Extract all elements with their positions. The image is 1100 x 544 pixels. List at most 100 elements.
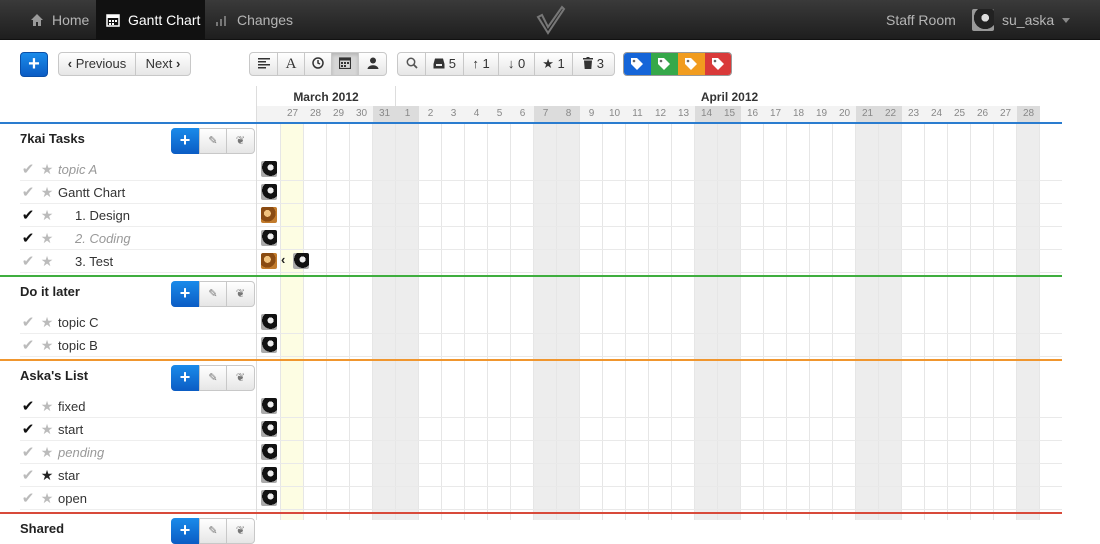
edit-list-icon[interactable]: ✎: [199, 282, 226, 306]
star-icon[interactable]: ★: [40, 441, 54, 464]
assignee-avatar[interactable]: [261, 444, 277, 460]
star-icon[interactable]: ★: [40, 181, 54, 204]
day-column[interactable]: [281, 122, 304, 520]
day-column[interactable]: [1017, 122, 1040, 520]
up-filter-button[interactable]: ↑ 1: [464, 53, 499, 75]
check-icon[interactable]: ✔: [20, 334, 36, 357]
day-column[interactable]: [580, 122, 603, 520]
day-column[interactable]: [718, 122, 741, 520]
view-user-button[interactable]: [359, 53, 386, 75]
check-icon[interactable]: ✔: [20, 487, 36, 510]
day-column[interactable]: [672, 122, 695, 520]
star-icon[interactable]: ★: [40, 464, 54, 487]
trash-filter-button[interactable]: 3: [573, 53, 614, 75]
day-column[interactable]: [534, 122, 557, 520]
task-row[interactable]: ✔ ★ topic C: [20, 311, 256, 334]
check-icon[interactable]: ✔: [20, 311, 36, 334]
leaf-icon[interactable]: ❦: [226, 366, 254, 390]
day-column[interactable]: [557, 122, 580, 520]
task-row[interactable]: ✔ ★ 1. Design: [20, 204, 256, 227]
task-row[interactable]: ✔ ★ open: [20, 487, 256, 510]
app-logo-icon[interactable]: [536, 5, 566, 35]
nav-changes[interactable]: Changes: [205, 0, 305, 40]
check-icon[interactable]: ✔: [20, 158, 36, 181]
check-icon[interactable]: ✔: [20, 441, 36, 464]
view-list-button[interactable]: [250, 53, 278, 75]
star-icon[interactable]: ★: [40, 334, 54, 357]
star-filter-button[interactable]: ★ 1: [535, 53, 573, 75]
day-column[interactable]: [879, 122, 902, 520]
task-row[interactable]: ✔ ★ 3. Test: [20, 250, 256, 273]
day-column[interactable]: [603, 122, 626, 520]
star-icon[interactable]: ★: [40, 395, 54, 418]
assignee-avatar[interactable]: [261, 490, 277, 506]
check-icon[interactable]: ✔: [20, 181, 36, 204]
task-row[interactable]: ✔ ★ fixed: [20, 395, 256, 418]
task-row[interactable]: ✔ ★ start: [20, 418, 256, 441]
day-column[interactable]: [764, 122, 787, 520]
star-icon[interactable]: ★: [40, 311, 54, 334]
add-task-button[interactable]: +: [171, 518, 199, 544]
star-icon[interactable]: ★: [40, 487, 54, 510]
task-row[interactable]: ✔ ★ topic A: [20, 158, 256, 181]
check-icon[interactable]: ✔: [20, 204, 36, 227]
assignee-avatar[interactable]: [261, 421, 277, 437]
staff-room-link[interactable]: Staff Room: [886, 0, 956, 40]
view-gantt-button[interactable]: [332, 53, 359, 75]
day-column[interactable]: [994, 122, 1017, 520]
day-column[interactable]: [902, 122, 925, 520]
add-task-button[interactable]: +: [171, 281, 199, 307]
previous-button[interactable]: ‹ Previous: [59, 53, 136, 75]
day-column[interactable]: [465, 122, 488, 520]
assignee-avatar[interactable]: [261, 253, 277, 269]
task-row[interactable]: ✔ ★ topic B: [20, 334, 256, 357]
day-column[interactable]: [626, 122, 649, 520]
check-icon[interactable]: ✔: [20, 250, 36, 273]
day-column[interactable]: [327, 122, 350, 520]
tag-orange-button[interactable]: [678, 53, 705, 75]
next-button[interactable]: Next ›: [136, 53, 190, 75]
star-icon[interactable]: ★: [40, 227, 54, 250]
assignee-avatar[interactable]: [261, 314, 277, 330]
task-row[interactable]: ✔ ★ star: [20, 464, 256, 487]
day-column[interactable]: [948, 122, 971, 520]
leaf-icon[interactable]: ❦: [226, 519, 254, 543]
day-column[interactable]: [442, 122, 465, 520]
assignee-avatar[interactable]: [261, 207, 277, 223]
task-row[interactable]: ✔ ★ 2. Coding: [20, 227, 256, 250]
assignee-avatar[interactable]: [261, 337, 277, 353]
assignee-avatar[interactable]: [261, 230, 277, 246]
leaf-icon[interactable]: ❦: [226, 129, 254, 153]
edit-list-icon[interactable]: ✎: [199, 519, 226, 543]
day-column[interactable]: [741, 122, 764, 520]
day-column[interactable]: [856, 122, 879, 520]
nav-gantt-chart[interactable]: Gantt Chart: [96, 0, 205, 40]
star-icon[interactable]: ★: [40, 250, 54, 273]
inbox-filter-button[interactable]: 5: [426, 53, 464, 75]
day-column[interactable]: [810, 122, 833, 520]
day-column[interactable]: [695, 122, 718, 520]
day-column[interactable]: [419, 122, 442, 520]
view-clock-button[interactable]: [305, 53, 332, 75]
tag-blue-button[interactable]: [624, 53, 651, 75]
assignee-avatar[interactable]: [261, 161, 277, 177]
check-icon[interactable]: ✔: [20, 464, 36, 487]
day-column[interactable]: [350, 122, 373, 520]
task-row[interactable]: ✔ ★ Gantt Chart: [20, 181, 256, 204]
add-task-button[interactable]: +: [171, 365, 199, 391]
search-button[interactable]: [398, 53, 426, 75]
day-column[interactable]: [833, 122, 856, 520]
nav-home[interactable]: Home: [20, 0, 96, 40]
day-column[interactable]: [649, 122, 672, 520]
day-column[interactable]: [511, 122, 534, 520]
edit-list-icon[interactable]: ✎: [199, 129, 226, 153]
check-icon[interactable]: ✔: [20, 395, 36, 418]
view-text-button[interactable]: A: [278, 53, 305, 75]
day-column[interactable]: [971, 122, 994, 520]
day-column[interactable]: [304, 122, 327, 520]
assignee-avatar[interactable]: [261, 398, 277, 414]
task-row[interactable]: ✔ ★ pending: [20, 441, 256, 464]
tag-red-button[interactable]: [705, 53, 731, 75]
day-column[interactable]: [396, 122, 419, 520]
day-column[interactable]: [787, 122, 810, 520]
